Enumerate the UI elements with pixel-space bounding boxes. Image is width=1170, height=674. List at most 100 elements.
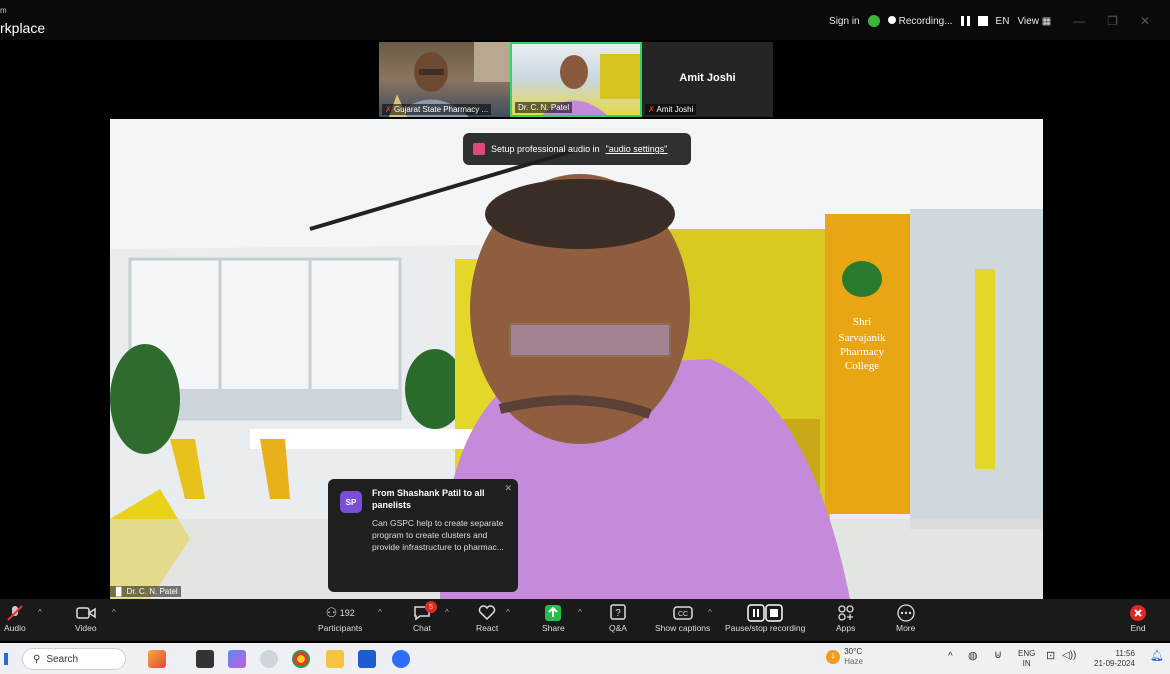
thumbnail-name: Dr. C. N. Patel: [515, 102, 573, 113]
speaker-video-frame: Shri Sarvajanik Pharmacy College: [110, 119, 1043, 599]
minimize-icon[interactable]: —: [1073, 14, 1085, 28]
close-icon[interactable]: ✕: [504, 483, 512, 494]
participants-button[interactable]: ⚇ 192 Participants: [318, 603, 362, 633]
apps-icon: [837, 603, 855, 623]
chat-options-caret[interactable]: ^: [445, 608, 449, 617]
volume-icon[interactable]: ◁)): [1062, 651, 1076, 661]
chat-button[interactable]: 5 Chat: [413, 601, 437, 633]
qa-button[interactable]: ? Q&A: [609, 603, 627, 633]
svg-text:CC: CC: [678, 611, 688, 618]
react-button[interactable]: React: [476, 603, 498, 633]
thumbnail-name: ✗ Gujarat State Pharmacy ...: [382, 104, 492, 115]
clock[interactable]: 11:56 21-09-2024: [1094, 649, 1135, 669]
speaker-name-label: ▐▌ Dr. C. N. Patel: [110, 586, 181, 597]
chat-badge: 5: [425, 601, 437, 613]
participants-icon: ⚇: [325, 605, 338, 620]
os-taskbar: ⚲ Search 1 30°C Haze ^ ◍ ⊍ ENG IN ⊡ ◁)) 11:…: [0, 643, 1170, 674]
share-screen-icon: [544, 603, 562, 623]
captions-options-caret[interactable]: ^: [708, 608, 712, 617]
widgets-icon[interactable]: [148, 650, 166, 668]
muted-mic-icon: ✗: [648, 105, 655, 114]
thumbnail-amit-joshi[interactable]: Amit Joshi ✗ Amit Joshi: [642, 42, 773, 117]
participants-count: 192: [339, 608, 355, 618]
thumbnail-name: ✗ Amit Joshi: [645, 104, 697, 115]
camera-icon: [76, 603, 96, 623]
weather-widget[interactable]: 1 30°C Haze: [826, 647, 863, 667]
audio-settings-link[interactable]: "audio settings": [606, 144, 668, 154]
sign-in-link[interactable]: Sign in: [829, 16, 860, 27]
pause-stop-recording-button[interactable]: Pause/stop recording: [725, 603, 805, 633]
tray-app-icon[interactable]: ◍: [968, 651, 978, 662]
toast-text: Setup professional audio in: [491, 144, 600, 154]
view-button[interactable]: View ▦: [1017, 16, 1051, 27]
participant-thumbnails: ✗ Gujarat State Pharmacy ... Dr. C. N. P…: [379, 42, 773, 117]
main-speaker-video: Shri Sarvajanik Pharmacy College: [110, 119, 1043, 599]
task-view-icon[interactable]: [196, 650, 214, 668]
search-icon: ⚲: [33, 653, 41, 665]
thumbnail-cn-patel[interactable]: Dr. C. N. Patel: [510, 42, 642, 117]
participants-options-caret[interactable]: ^: [378, 608, 382, 617]
weather-icon: 1: [826, 650, 840, 664]
more-button[interactable]: More: [896, 603, 915, 633]
recording-dot-icon: [887, 15, 896, 24]
tray-expand-icon[interactable]: ^: [948, 652, 953, 662]
close-window-icon[interactable]: ✕: [1140, 14, 1150, 28]
signal-icon: ▐▌: [113, 587, 125, 596]
language-indicator[interactable]: ENG IN: [1018, 649, 1035, 669]
chat-message: Can GSPC help to create separate program…: [372, 518, 504, 552]
taskbar-search[interactable]: ⚲ Search: [22, 648, 126, 670]
video-button[interactable]: Video: [75, 603, 97, 633]
captions-button[interactable]: CC Show captions: [655, 603, 710, 633]
zoom-icon[interactable]: [392, 650, 410, 668]
stop-recording-icon[interactable]: [977, 16, 988, 26]
college-sign-line4: College: [845, 360, 879, 372]
qa-icon: ?: [610, 603, 626, 623]
app-icon[interactable]: [260, 650, 278, 668]
view-grid-icon: ▦: [1041, 15, 1052, 27]
muted-mic-icon: [6, 603, 24, 623]
chat-notification[interactable]: SP ✕ From Shashank Patil to all panelist…: [328, 479, 518, 592]
chat-sender: From Shashank Patil to all panelists: [372, 488, 485, 510]
college-sign-line3: Pharmacy: [840, 346, 884, 358]
app-name: rkplace: [0, 20, 46, 36]
window-titlebar: m rkplace Sign in Recording... EN View ▦…: [0, 0, 1170, 40]
audio-settings-toast: Setup professional audio in "audio setti…: [463, 133, 691, 165]
svg-text:?: ?: [615, 608, 621, 619]
thumbnail-title: Amit Joshi: [679, 72, 736, 84]
music-note-icon: [473, 143, 485, 155]
thumbnail-gspc[interactable]: ✗ Gujarat State Pharmacy ...: [379, 42, 510, 117]
end-button[interactable]: End: [1129, 603, 1147, 633]
recording-indicator: Recording...: [887, 15, 953, 27]
share-button[interactable]: Share: [542, 603, 565, 633]
word-icon[interactable]: [358, 650, 376, 668]
file-explorer-icon[interactable]: [326, 650, 344, 668]
copilot-icon[interactable]: [228, 650, 246, 668]
pause-recording-icon[interactable]: [960, 16, 970, 26]
chrome-icon[interactable]: [292, 650, 310, 668]
start-icon[interactable]: [4, 653, 8, 665]
audio-button[interactable]: Audio: [4, 603, 26, 633]
encryption-shield-icon[interactable]: [867, 15, 880, 27]
heart-icon: [478, 603, 496, 623]
meeting-toolbar: Audio ^ Video ^ ⚇ 192 Participants ^ 5 C…: [0, 599, 1170, 641]
maximize-icon[interactable]: ❐: [1107, 14, 1118, 28]
react-options-caret[interactable]: ^: [506, 608, 510, 617]
more-icon: [897, 603, 915, 623]
pause-stop-icon: [747, 603, 783, 623]
top-right-controls: Sign in Recording... EN View ▦ — ❐ ✕: [829, 10, 1170, 32]
close-icon: [1129, 603, 1147, 623]
apps-button[interactable]: Apps: [836, 603, 855, 633]
chat-icon: 5: [413, 601, 437, 623]
college-sign-line1: Shri: [853, 316, 871, 328]
microphone-icon[interactable]: ⊍: [994, 650, 1002, 661]
college-sign-line2: Sarvajanik: [838, 332, 886, 344]
share-options-caret[interactable]: ^: [578, 608, 582, 617]
network-icon[interactable]: ⊡: [1046, 651, 1055, 662]
language-button[interactable]: EN: [996, 16, 1010, 27]
app-name-top: m: [0, 6, 7, 15]
captions-icon: CC: [672, 603, 693, 623]
video-options-caret[interactable]: ^: [112, 608, 116, 617]
notification-bell-icon[interactable]: 🔔︎: [1150, 651, 1164, 662]
avatar: SP: [340, 491, 362, 513]
audio-options-caret[interactable]: ^: [38, 608, 42, 617]
